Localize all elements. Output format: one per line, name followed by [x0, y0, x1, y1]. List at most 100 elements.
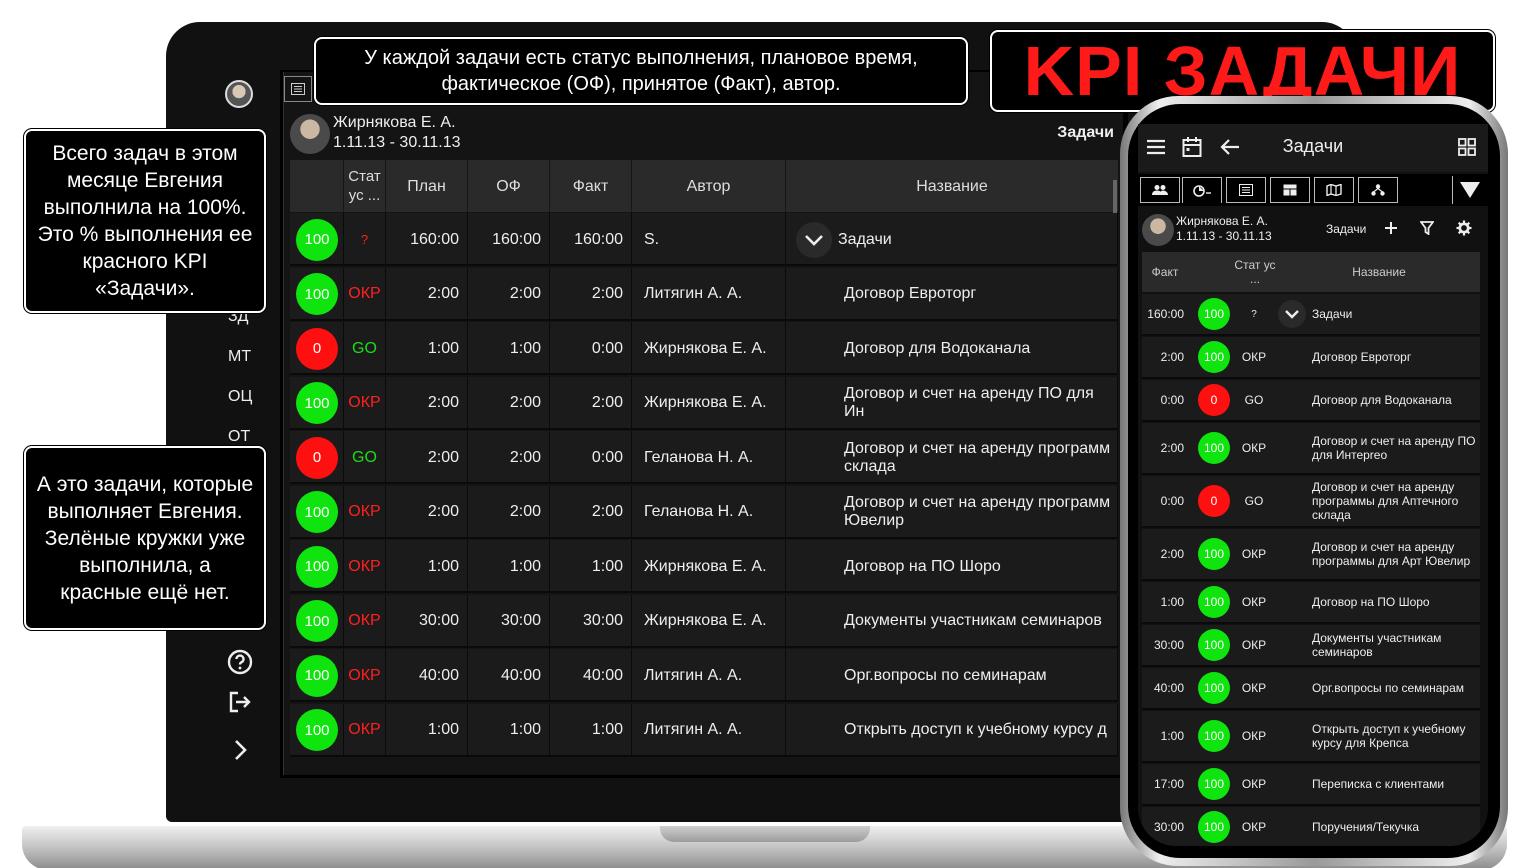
filter-icon[interactable] [1419, 221, 1435, 240]
of-value: 2:00 [509, 503, 541, 520]
phone-task-name[interactable]: Договор для Водоканала [1312, 393, 1452, 407]
task-name[interactable]: Документы участникам семинаров [844, 612, 1102, 630]
task-name[interactable]: Договор и счет на аренду ПО для Ин [844, 385, 1117, 421]
table-row[interactable]: 100 ОКР 2:00 2:00 2:00 Геланова Н. А. Договор … [290, 485, 1118, 539]
status-cell: ОКР [344, 485, 386, 539]
add-icon[interactable] [1384, 221, 1398, 240]
completion-circle: 0 [296, 436, 338, 479]
completion-cell: 100 [290, 540, 344, 593]
avatar[interactable] [225, 80, 253, 108]
author-value: Жирнякова Е. А. [644, 339, 767, 357]
table-row[interactable]: 100 ОКР 1:00 1:00 1:00 Литягин А. А. Открыть д… [290, 703, 1118, 757]
phone-task-name[interactable]: Договор и счет на аренду программы для А… [1312, 540, 1478, 568]
phone-task-name[interactable]: Задачи [1312, 307, 1352, 321]
phone-table-row[interactable]: 0:00 0 GO Договор для Водоканала [1142, 380, 1480, 422]
phone-table-row[interactable]: 40:00 100 ОКР Орг.вопросы по семинарам [1142, 668, 1480, 710]
sidebar-item-oc[interactable]: ОЦ [228, 388, 268, 406]
tab-list[interactable] [1226, 177, 1266, 203]
of-cell: 1:00 [468, 703, 550, 757]
help-icon[interactable] [226, 648, 254, 676]
dropdown-triangle-icon[interactable] [1452, 176, 1486, 204]
task-name[interactable]: Договор Евроторг [844, 285, 976, 303]
col-of[interactable]: ОФ [468, 160, 550, 212]
tab-hierarchy[interactable] [1358, 177, 1398, 203]
plan-cell: 30:00 [386, 594, 468, 648]
list-view-icon[interactable] [284, 76, 312, 102]
chevron-down-icon[interactable] [796, 221, 832, 258]
of-value: 1:00 [509, 339, 541, 357]
phone-col-fact[interactable]: Факт [1142, 252, 1188, 292]
plan-cell: 1:00 [386, 540, 468, 593]
phone-task-name[interactable]: Документы участникам семинаров [1312, 631, 1478, 659]
table-row[interactable]: 0 GO 1:00 1:00 0:00 Жирнякова Е. А. Договор дл… [290, 322, 1118, 375]
phone-task-name[interactable]: Договор на ПО Шоро [1312, 595, 1430, 609]
of-value: 30:00 [500, 612, 541, 629]
task-name[interactable]: Договор и счет на аренду программ Ювелир [844, 494, 1117, 530]
tab-chart[interactable] [1182, 177, 1222, 203]
author-cell: Литягин А. А. [632, 649, 786, 702]
phone-user-avatar [1142, 214, 1174, 246]
phone-task-name[interactable]: Договор и счет на аренду программы для А… [1312, 480, 1478, 522]
tab-table[interactable] [1270, 177, 1310, 203]
phone-col-status[interactable]: Стат ус ... [1232, 252, 1278, 292]
col-author[interactable]: Автор [632, 160, 786, 212]
phone-table-row[interactable]: 30:00 100 ОКР Поручения/Текучка [1142, 807, 1480, 846]
sidebar-item-ot[interactable]: ОТ [228, 428, 268, 446]
task-name[interactable]: Договор для Водоканала [844, 340, 1030, 358]
plan-cell: 1:00 [386, 703, 468, 757]
status-cell: GO [344, 431, 386, 484]
status-cell: ОКР [344, 376, 386, 430]
phone-table-row[interactable]: 1:00 100 ОКР Договор на ПО Шоро [1142, 582, 1480, 624]
plan-value: 2:00 [427, 285, 459, 302]
col-status[interactable]: Стат ус ... [344, 160, 386, 212]
task-name[interactable]: Открыть доступ к учебному курсу д [844, 721, 1107, 739]
table-row[interactable]: 100 ОКР 40:00 40:00 40:00 Литягин А. А. Орг.во… [290, 649, 1118, 702]
stage: ЗД МТ ОЦ ОТ Жирнякова Е. А. 1.11.13 - 30… [0, 0, 1536, 868]
tab-map[interactable] [1314, 177, 1354, 203]
phone-task-name[interactable]: Переписка с клиентами [1312, 777, 1444, 791]
grid-icon[interactable] [1458, 138, 1476, 161]
phone-table-row[interactable]: 160:00 100? Задачи [1142, 294, 1480, 336]
phone-table-row[interactable]: 2:00 100 ОКР Договор Евроторг [1142, 337, 1480, 379]
of-value: 2:00 [509, 448, 541, 466]
plan-cell: 2:00 [386, 376, 468, 430]
chevron-right-icon[interactable] [226, 736, 254, 764]
task-name[interactable]: Задачи [838, 231, 892, 249]
phone-table-row[interactable]: 17:00 100 ОКР Переписка с клиентами [1142, 764, 1480, 806]
phone-table-row[interactable]: 0:00 0 GO Договор и счет на аренду программ… [1142, 476, 1480, 528]
status-badge: GO [352, 448, 377, 466]
table-row[interactable]: 100 ОКР 2:00 2:00 2:00 Литягин А. А. Договор Е… [290, 267, 1118, 321]
settings-gear-icon[interactable] [1456, 220, 1472, 241]
phone-table-row[interactable]: 2:00 100 ОКР Договор и счет на аренду ПО дл… [1142, 423, 1480, 475]
of-value: 160:00 [492, 230, 541, 248]
phone-completion-cell: 100 [1198, 807, 1238, 846]
phone-table-row[interactable]: 30:00 100 ОКР Документы участникам семинаро… [1142, 625, 1480, 667]
phone-task-name[interactable]: Договор и счет на аренду ПО для Интерreo [1312, 434, 1478, 462]
table-row[interactable]: 100 ОКР 30:00 30:00 30:00 Жирнякова Е. А. Доку… [290, 594, 1118, 648]
task-name[interactable]: Договор на ПО Шоро [844, 558, 1001, 576]
plan-value: 2:00 [427, 503, 459, 520]
phone-col-name[interactable]: Название [1278, 252, 1480, 292]
col-fact[interactable]: Факт [550, 160, 632, 212]
task-name[interactable]: Договор и счет на аренду программ склада [844, 440, 1117, 476]
completion-circle: 100 [296, 273, 338, 315]
sidebar-item-mt[interactable]: МТ [228, 348, 268, 366]
logout-icon[interactable] [226, 688, 254, 716]
phone-task-name[interactable]: Договор Евроторг [1312, 350, 1411, 364]
plan-cell: 2:00 [386, 485, 468, 539]
task-name[interactable]: Орг.вопросы по семинарам [844, 667, 1047, 685]
table-row[interactable]: 0 GO 2:00 2:00 0:00 Геланова Н. А. Договор и с… [290, 431, 1118, 484]
phone-chevron-down-icon[interactable] [1278, 300, 1306, 328]
phone-task-name[interactable]: Открыть доступ к учебному курсу для Креп… [1312, 722, 1478, 750]
phone-table-row[interactable]: 1:00 100 ОКР Открыть доступ к учебному курс… [1142, 711, 1480, 763]
col-name[interactable]: Название [786, 160, 1118, 212]
phone-task-name[interactable]: Поручения/Текучка [1312, 820, 1419, 834]
col-plan[interactable]: План [386, 160, 468, 212]
tab-users[interactable] [1140, 177, 1180, 203]
table-row[interactable]: 100 ОКР 2:00 2:00 2:00 Жирнякова Е. А. Договор… [290, 376, 1118, 430]
phone-name-cell: Документы участникам семинаров [1278, 625, 1478, 665]
table-row[interactable]: 100 ОКР 1:00 1:00 1:00 Жирнякова Е. А. Договор… [290, 540, 1118, 593]
phone-table-row[interactable]: 2:00 100 ОКР Договор и счет на аренду прогр… [1142, 529, 1480, 581]
phone-task-name[interactable]: Орг.вопросы по семинарам [1312, 681, 1464, 695]
table-row[interactable]: 100? 160:00 160:00 160:00 S. Задачи [290, 213, 1118, 266]
